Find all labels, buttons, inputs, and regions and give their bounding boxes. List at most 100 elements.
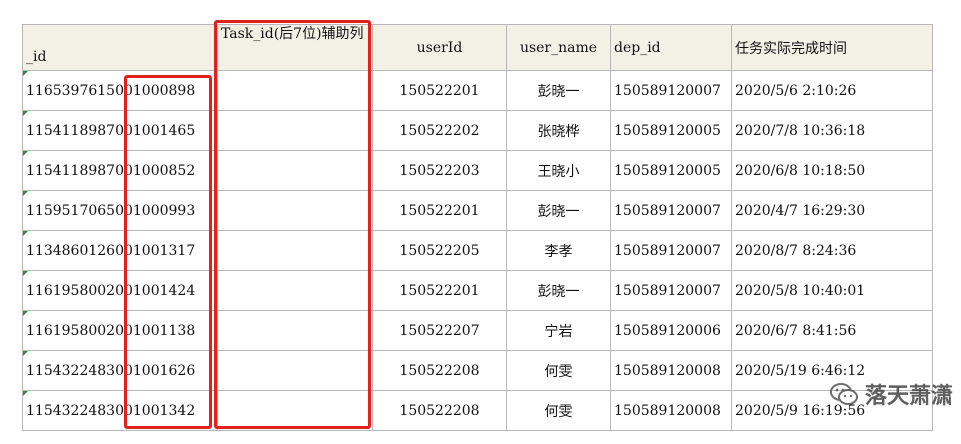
cell-user-name[interactable]: 彭晓一 [506, 190, 611, 231]
cell-user-name[interactable]: 宁岩 [506, 310, 611, 351]
id-prefix: 115432248300 [26, 402, 133, 419]
table-row: 1154322483001001342 150522208 何雯 1505891200… [22, 390, 933, 431]
cell-user-name[interactable]: 何雯 [506, 390, 611, 431]
cell-id[interactable]: 1154118987001001465 [22, 110, 218, 151]
cell-dep-id[interactable]: 150589120005 [610, 150, 732, 191]
cell-user-id[interactable]: 150522208 [372, 350, 507, 391]
cell-user-name[interactable]: 张晓桦 [506, 110, 611, 151]
cell-task-aux[interactable] [217, 70, 373, 111]
cell-user-name[interactable]: 彭晓一 [506, 270, 611, 311]
cell-dep-id[interactable]: 150589120007 [610, 270, 732, 311]
cell-task-aux[interactable] [217, 230, 373, 271]
id-prefix: 116195800200 [26, 322, 133, 339]
cell-complete-time[interactable]: 2020/5/8 10:40:01 [731, 270, 933, 311]
cell-id[interactable]: 1159517065001000993 [22, 190, 218, 231]
cell-user-id[interactable]: 150522202 [372, 110, 507, 151]
cell-complete-time[interactable]: 2020/4/7 16:29:30 [731, 190, 933, 231]
column-header-user-id[interactable]: userId [372, 24, 507, 71]
cell-task-aux[interactable] [217, 150, 373, 191]
cell-dep-id[interactable]: 150589120005 [610, 110, 732, 151]
cell-dep-id[interactable]: 150589120006 [610, 310, 732, 351]
column-header-id[interactable]: _id [22, 24, 218, 71]
watermark: 落天萧潇 [829, 378, 953, 410]
cell-id[interactable]: 1161958002001001424 [22, 270, 218, 311]
error-indicator-icon [23, 191, 28, 196]
cell-dep-id[interactable]: 150589120007 [610, 70, 732, 111]
id-prefix: 115432248300 [26, 362, 133, 379]
cell-dep-id[interactable]: 150589120007 [610, 190, 732, 231]
cell-dep-id[interactable]: 150589120008 [610, 350, 732, 391]
error-indicator-icon [23, 391, 28, 396]
table-row: 1161958002001001138 150522207 宁岩 1505891200… [22, 310, 933, 351]
id-tail: 1000898 [132, 82, 196, 99]
id-prefix: 116539761500 [26, 82, 133, 99]
cell-task-aux[interactable] [217, 350, 373, 391]
cell-complete-time[interactable]: 2020/6/7 8:41:56 [731, 310, 933, 351]
cell-id[interactable]: 1134860126001001317 [22, 230, 218, 271]
cell-complete-time[interactable]: 2020/5/6 2:10:26 [731, 70, 933, 111]
table-row: 1154118987001000852 150522203 王晓小 150589120… [22, 150, 933, 191]
cell-dep-id[interactable]: 150589120008 [610, 390, 732, 431]
id-tail: 1000852 [132, 162, 196, 179]
watermark-text: 落天萧潇 [864, 384, 953, 409]
id-prefix: 113486012600 [26, 242, 133, 259]
error-indicator-icon [23, 111, 28, 116]
cell-id[interactable]: 1154118987001000852 [22, 150, 218, 191]
table-row: 1154118987001001465 150522202 张晓桦 150589120… [22, 110, 933, 151]
cell-user-name[interactable]: 何雯 [506, 350, 611, 391]
error-indicator-icon [23, 351, 28, 356]
cell-user-name[interactable]: 李孝 [506, 230, 611, 271]
cell-user-name[interactable]: 王晓小 [506, 150, 611, 191]
cell-task-aux[interactable] [217, 270, 373, 311]
cell-user-id[interactable]: 150522201 [372, 270, 507, 311]
id-tail: 1001465 [132, 122, 196, 139]
id-tail: 1001342 [132, 402, 196, 419]
error-indicator-icon [23, 151, 28, 156]
id-tail: 1001626 [132, 362, 196, 379]
id-prefix: 115411898700 [26, 122, 133, 139]
id-tail: 1001424 [132, 282, 196, 299]
cell-task-aux[interactable] [217, 110, 373, 151]
cell-complete-time[interactable]: 2020/8/7 8:24:36 [731, 230, 933, 271]
header-row: _id Task_id(后7位)辅助列 userId user_name dep… [22, 24, 933, 71]
cell-user-name[interactable]: 彭晓一 [506, 70, 611, 111]
cell-user-id[interactable]: 150522203 [372, 150, 507, 191]
cell-user-id[interactable]: 150522201 [372, 70, 507, 111]
cell-complete-time[interactable]: 2020/6/8 10:18:50 [731, 150, 933, 191]
cell-id[interactable]: 1154322483001001342 [22, 390, 218, 431]
spreadsheet-table: _id Task_id(后7位)辅助列 userId user_name dep… [22, 24, 933, 431]
cell-task-aux[interactable] [217, 190, 373, 231]
id-tail: 1001317 [132, 242, 196, 259]
error-indicator-icon [23, 231, 28, 236]
cell-id[interactable]: 1165397615001000898 [22, 70, 218, 111]
column-header-task-aux[interactable]: Task_id(后7位)辅助列 [217, 24, 373, 71]
cell-user-id[interactable]: 150522201 [372, 190, 507, 231]
column-header-complete-time[interactable]: 任务实际完成时间 [731, 24, 933, 71]
cell-id[interactable]: 1161958002001001138 [22, 310, 218, 351]
error-indicator-icon [23, 271, 28, 276]
cell-user-id[interactable]: 150522208 [372, 390, 507, 431]
id-tail: 1001138 [132, 322, 196, 339]
cell-task-aux[interactable] [217, 310, 373, 351]
table-row: 1134860126001001317 150522205 李孝 1505891200… [22, 230, 933, 271]
wechat-icon [829, 383, 858, 405]
id-prefix: 116195800200 [26, 282, 133, 299]
sheet-top-edge [22, 0, 902, 18]
column-header-user-name[interactable]: user_name [506, 24, 611, 71]
table-row: 1154322483001001626 150522208 何雯 1505891200… [22, 350, 933, 391]
id-tail: 1000993 [132, 202, 196, 219]
cell-user-id[interactable]: 150522207 [372, 310, 507, 351]
column-header-dep-id[interactable]: dep_id [610, 24, 732, 71]
id-prefix: 115411898700 [26, 162, 133, 179]
cell-complete-time[interactable]: 2020/7/8 10:36:18 [731, 110, 933, 151]
cell-user-id[interactable]: 150522205 [372, 230, 507, 271]
error-indicator-icon [23, 71, 28, 76]
table-row: 1159517065001000993 150522201 彭晓一 150589120… [22, 190, 933, 231]
table-row: 1165397615001000898 150522201 彭晓一 150589120… [22, 70, 933, 111]
table-row: 1161958002001001424 150522201 彭晓一 150589120… [22, 270, 933, 311]
error-indicator-icon [23, 311, 28, 316]
cell-dep-id[interactable]: 150589120007 [610, 230, 732, 271]
cell-id[interactable]: 1154322483001001626 [22, 350, 218, 391]
id-prefix: 115951706500 [26, 202, 133, 219]
cell-task-aux[interactable] [217, 390, 373, 431]
